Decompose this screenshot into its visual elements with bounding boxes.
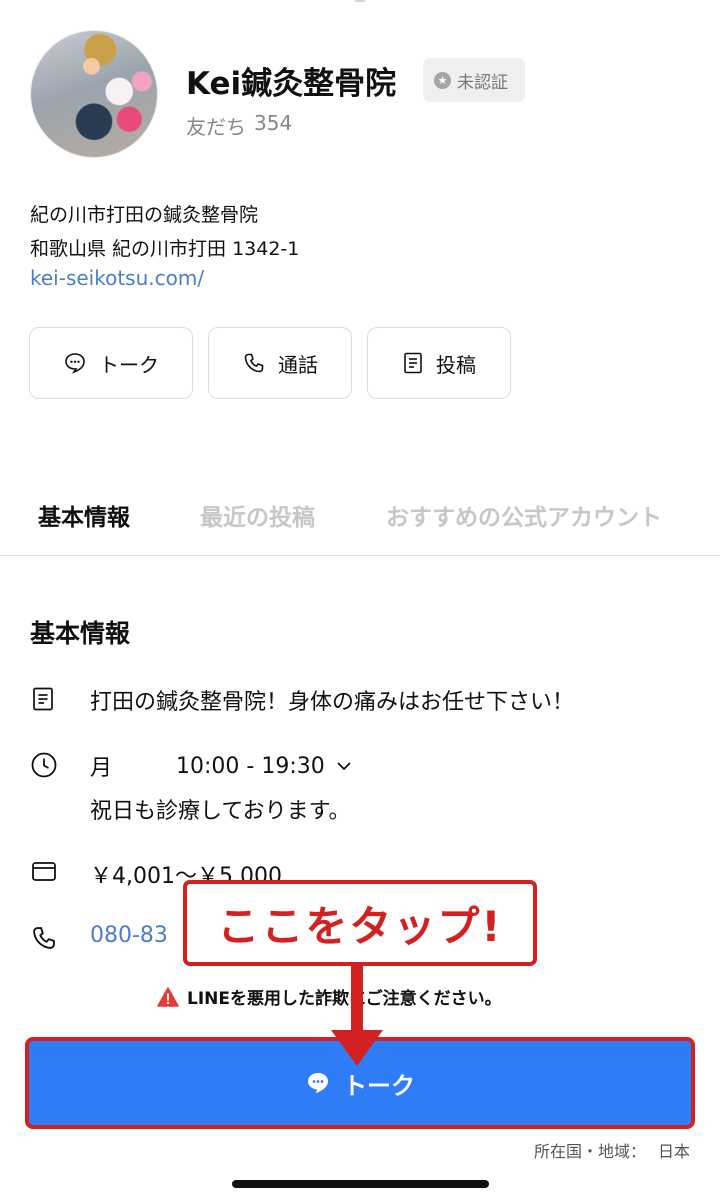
wallet-icon bbox=[32, 862, 56, 881]
tab-recommended-accounts[interactable]: おすすめの公式アカウント bbox=[386, 498, 662, 532]
top-hairline bbox=[355, 0, 365, 2]
call-action-label: 通話 bbox=[278, 352, 318, 377]
talk-action-label: トーク bbox=[99, 352, 159, 377]
friends-count: 友だち 354 bbox=[186, 111, 292, 140]
friends-number: 354 bbox=[254, 111, 293, 135]
hours-time: 10:00 - 19:30 bbox=[176, 753, 325, 779]
posts-action-button[interactable]: 投稿 bbox=[367, 327, 511, 399]
account-description: 紀の川市打田の鍼灸整骨院 和歌山県 紀の川市打田 1342-1 bbox=[30, 198, 299, 266]
badge-label: 未認証 bbox=[457, 72, 508, 93]
account-name: Kei鍼灸整骨院 bbox=[186, 66, 397, 102]
description-line: 紀の川市打田の鍼灸整骨院 bbox=[30, 204, 259, 226]
friends-label: 友だち bbox=[186, 115, 246, 139]
warning-icon bbox=[157, 986, 179, 1007]
star-shield-icon: ★ bbox=[434, 71, 451, 89]
annotation-arrow-head bbox=[331, 1030, 383, 1066]
section-title: 基本情報 bbox=[30, 619, 131, 648]
hours-note: 祝日も診療しております。 bbox=[90, 799, 351, 824]
account-profile-page: Kei鍼灸整骨院 ★ 未認証 友だち 354 紀の川市打田の鍼灸整骨院 和歌山県… bbox=[0, 0, 720, 1204]
website-link[interactable]: kei-seikotsu.com/ bbox=[30, 266, 204, 290]
phone-number-link[interactable]: 080-83 bbox=[90, 923, 168, 948]
tap-here-callout: ここをタップ! bbox=[183, 880, 537, 966]
annotation-arrow-shaft bbox=[351, 966, 363, 1036]
document-icon bbox=[404, 352, 422, 374]
address-line: 和歌山県 紀の川市打田 1342-1 bbox=[30, 238, 300, 260]
tab-basic-info[interactable]: 基本情報 bbox=[38, 498, 130, 532]
clock-icon bbox=[31, 752, 57, 778]
phone-icon bbox=[244, 353, 264, 373]
tab-recent-posts[interactable]: 最近の投稿 bbox=[200, 498, 315, 532]
chat-bubble-icon bbox=[65, 353, 85, 374]
profile-avatar[interactable] bbox=[30, 30, 158, 158]
phone-icon bbox=[33, 927, 55, 949]
chat-bubble-icon bbox=[308, 1073, 328, 1093]
hours-day: 月 bbox=[90, 756, 113, 781]
posts-action-label: 投稿 bbox=[436, 352, 476, 377]
region-label: 所在国・地域： bbox=[533, 1142, 646, 1161]
home-indicator bbox=[232, 1180, 489, 1188]
business-hours-row[interactable]: 月 10:00 - 19:30 bbox=[90, 750, 355, 782]
fraud-warning: LINEを悪用した詐欺にご注意ください。 bbox=[157, 984, 502, 1009]
chevron-down-icon bbox=[337, 762, 351, 771]
profile-tabs: 基本情報 最近の投稿 おすすめの公式アカウント bbox=[0, 480, 720, 556]
unverified-badge: ★ 未認証 bbox=[423, 58, 525, 102]
call-action-button[interactable]: 通話 bbox=[208, 327, 352, 399]
warning-text: LINEを悪用した詐欺にご注意ください。 bbox=[187, 989, 502, 1009]
catchphrase-text: 打田の鍼灸整骨院！身体の痛みはお任せ下さい！ bbox=[90, 690, 575, 715]
talk-action-button[interactable]: トーク bbox=[29, 327, 193, 399]
document-icon bbox=[33, 687, 53, 711]
callout-text: ここをタップ! bbox=[217, 901, 503, 951]
talk-button-label: トーク bbox=[343, 1071, 415, 1100]
region-value: 日本 bbox=[657, 1142, 690, 1161]
region-info: 所在国・地域： 日本 bbox=[534, 1138, 690, 1162]
